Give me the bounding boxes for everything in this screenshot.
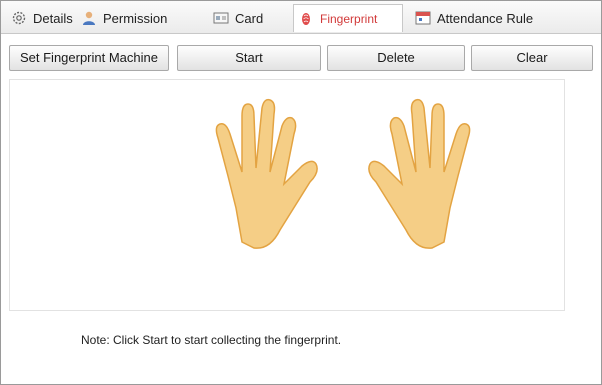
user-icon xyxy=(81,10,97,26)
fingerprint-panel: Details Permission Card Fingerprint Atte… xyxy=(0,0,602,385)
instruction-note: Note: Click Start to start collecting th… xyxy=(81,333,342,347)
start-button[interactable]: Start xyxy=(177,45,321,71)
left-hand-icon xyxy=(215,98,318,249)
tab-permission-label: Permission xyxy=(103,10,168,26)
tab-permission[interactable]: Permission xyxy=(77,4,171,32)
fingerprint-capture-area xyxy=(9,79,565,311)
fingerprint-icon xyxy=(298,11,314,27)
gear-icon xyxy=(11,10,27,26)
card-icon xyxy=(213,10,229,26)
tab-fingerprint[interactable]: Fingerprint xyxy=(293,4,403,32)
fingerprint-toolbar: Set Fingerprint Machine Start Delete Cle… xyxy=(9,45,599,75)
tab-fingerprint-label: Fingerprint xyxy=(320,11,378,26)
calendar-icon xyxy=(415,10,431,26)
tab-card[interactable]: Card xyxy=(209,4,267,32)
tab-details[interactable]: Details xyxy=(7,4,77,32)
tab-attendance-rule-label: Attendance Rule xyxy=(437,10,534,26)
delete-button[interactable]: Delete xyxy=(327,45,465,71)
tab-details-label: Details xyxy=(33,10,73,26)
tab-bar: Details Permission Card Fingerprint Atte… xyxy=(1,1,601,34)
clear-button[interactable]: Clear xyxy=(471,45,593,71)
tab-attendance-rule[interactable]: Attendance Rule xyxy=(411,4,537,32)
hands-illustration xyxy=(215,98,471,249)
tab-card-label: Card xyxy=(235,10,264,26)
right-hand-icon xyxy=(368,98,471,249)
set-fingerprint-machine-button[interactable]: Set Fingerprint Machine xyxy=(9,45,169,71)
